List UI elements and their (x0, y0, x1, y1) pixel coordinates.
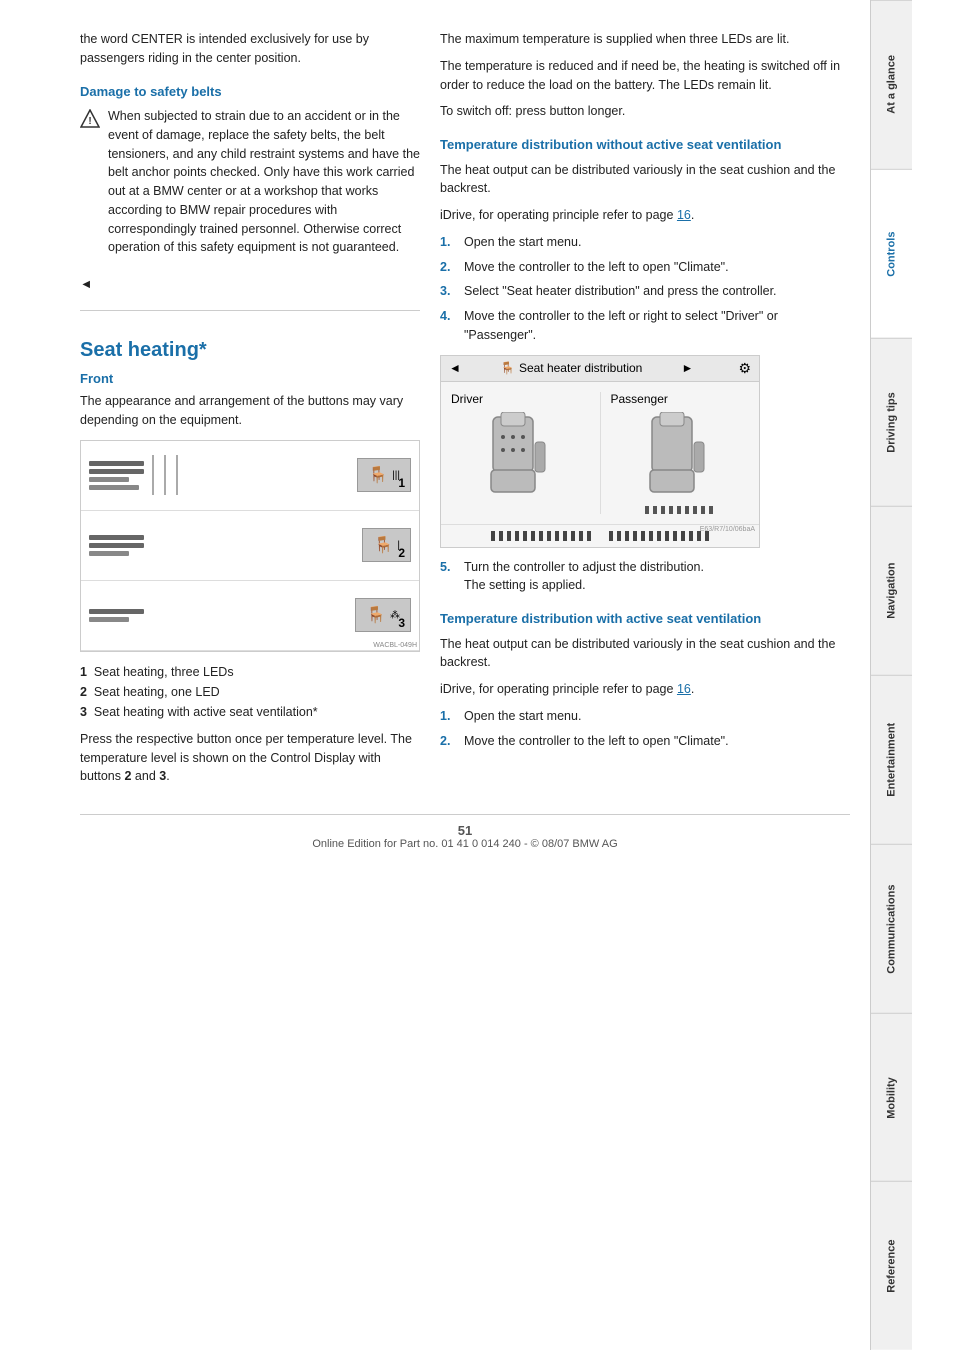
step5-list: 5. Turn the controller to adjust the dis… (440, 558, 850, 596)
sidebar-tab-navigation[interactable]: Navigation (871, 506, 912, 675)
seat-heading: Seat heating* (80, 335, 420, 365)
seat-dist-watermark: E63/R7/10/06baA (700, 526, 755, 533)
intro-paragraph: the word CENTER is intended exclusively … (80, 30, 420, 68)
asterisk-3: * (313, 705, 318, 719)
front-heading: Front (80, 369, 420, 389)
legend-num-1: 1 (80, 665, 87, 679)
passenger-label: Passenger (611, 392, 668, 406)
legend-item-1: 1 Seat heating, three LEDs (80, 662, 420, 682)
sidebar-tab-driving-tips[interactable]: Driving tips (871, 338, 912, 507)
section-divider (80, 310, 420, 311)
heat-indicator-bar-2 (609, 531, 709, 541)
without-vent-idrive: iDrive, for operating principle refer to… (440, 206, 850, 225)
with-vent-step-2: 2. Move the controller to the left to op… (440, 732, 850, 751)
heat-indicator-bar-1 (491, 531, 591, 541)
seat-icon-1: 🪑 (368, 465, 388, 485)
with-vent-idrive: iDrive, for operating principle refer to… (440, 680, 850, 699)
without-vent-step-4: 4. Move the controller to the left or ri… (440, 307, 850, 345)
without-vent-step-1: 1. Open the start menu. (440, 233, 850, 252)
legend-item-3: 3 Seat heating with active seat ventilat… (80, 702, 420, 722)
right-column: The maximum temperature is supplied when… (440, 30, 850, 794)
row-number-2: 2 (398, 546, 405, 560)
seat-control-img-1 (89, 455, 347, 495)
without-vent-step-3: 3. Select "Seat heater distribution" and… (440, 282, 850, 301)
settings-icon: ⚙ (738, 360, 751, 377)
without-vent-step-2: 2. Move the controller to the left to op… (440, 258, 850, 277)
seat-icon-2: 🪑 (373, 535, 393, 555)
seat-distribution-ui: ◄ 🪑 Seat heater distribution ► ⚙ Driver (440, 355, 760, 548)
seat-dist-header: ◄ 🪑 Seat heater distribution ► ⚙ (441, 356, 759, 382)
page-footer: 51 Online Edition for Part no. 01 41 0 0… (80, 814, 850, 858)
sidebar-tab-controls[interactable]: Controls (871, 169, 912, 338)
damage-end: ◄ (80, 275, 420, 294)
without-vent-heading: Temperature distribution without active … (440, 135, 850, 155)
sidebar-tab-communications[interactable]: Communications (871, 844, 912, 1013)
seat-icon-3: 🪑 (366, 605, 386, 625)
front-text: The appearance and arrangement of the bu… (80, 392, 420, 430)
sidebar-tab-at-a-glance[interactable]: At a glance (871, 0, 912, 169)
seat-dist-body: Driver (441, 382, 759, 524)
legend-num-3: 3 (80, 705, 87, 719)
sidebar-tab-entertainment[interactable]: Entertainment (871, 675, 912, 844)
with-vent-steps: 1. Open the start menu. 2. Move the cont… (440, 707, 850, 751)
copyright-text: Online Edition for Part no. 01 41 0 014 … (312, 838, 617, 850)
warning-icon: ! (80, 109, 100, 129)
max-temp-text: The maximum temperature is supplied when… (440, 30, 850, 49)
legend-list: 1 Seat heating, three LEDs 2 Seat heatin… (80, 662, 420, 722)
damage-heading: Damage to safety belts (80, 82, 420, 102)
bold-2: 2 (124, 769, 131, 783)
arrow-right-icon: ► (681, 361, 693, 375)
page-number: 51 (458, 823, 472, 838)
warning-block: ! When subjected to strain due to an acc… (80, 107, 420, 265)
image-watermark: WACBL-049H (373, 642, 417, 649)
button-row-2: 🪑 | 2 (81, 511, 419, 581)
seat-control-img-3 (89, 609, 345, 622)
switch-off-text: To switch off: press button longer. (440, 102, 850, 121)
button-illustrations: 🪑 ||| 1 (80, 440, 420, 652)
legend-item-2: 2 Seat heating, one LED (80, 682, 420, 702)
left-column: the word CENTER is intended exclusively … (80, 30, 420, 794)
without-vent-page-link[interactable]: 16 (677, 208, 691, 222)
svg-text:!: ! (88, 116, 91, 127)
with-vent-step-1: 1. Open the start menu. (440, 707, 850, 726)
button-row-1: 🪑 ||| 1 (81, 441, 419, 511)
passenger-seat-col: Passenger (611, 392, 750, 514)
with-vent-heading: Temperature distribution with active sea… (440, 609, 850, 629)
without-vent-body: The heat output can be distributed vario… (440, 161, 850, 199)
bold-3: 3 (159, 769, 166, 783)
legend-num-2: 2 (80, 685, 87, 699)
driver-seat-col: Driver (451, 392, 590, 502)
seat-dist-title: Seat heater distribution (519, 361, 642, 375)
seat-control-img-2 (89, 535, 352, 556)
with-vent-page-link[interactable]: 16 (677, 682, 691, 696)
sidebar-tab-reference[interactable]: Reference (871, 1181, 912, 1350)
reduce-text: The temperature is reduced and if need b… (440, 57, 850, 95)
row-number-1: 1 (398, 476, 405, 490)
passenger-bar (645, 506, 715, 514)
arrow-left-icon: ◄ (449, 361, 461, 375)
driver-label: Driver (451, 392, 483, 406)
without-vent-steps: 1. Open the start menu. 2. Move the cont… (440, 233, 850, 345)
driver-seat-svg (483, 412, 558, 502)
press-text: Press the respective button once per tem… (80, 730, 420, 786)
right-sidebar: At a glance Controls Driving tips Naviga… (870, 0, 912, 1350)
sidebar-tab-mobility[interactable]: Mobility (871, 1013, 912, 1182)
button-row-3: 🪑 ⁂ 3 (81, 581, 419, 651)
row-number-3: 3 (398, 616, 405, 630)
step-5: 5. Turn the controller to adjust the dis… (440, 558, 850, 596)
bar-gap (597, 531, 603, 541)
passenger-seat-svg (642, 412, 717, 502)
seat-dist-icon: 🪑 (500, 361, 515, 375)
damage-text: When subjected to strain due to an accid… (108, 107, 420, 257)
with-vent-body: The heat output can be distributed vario… (440, 635, 850, 673)
